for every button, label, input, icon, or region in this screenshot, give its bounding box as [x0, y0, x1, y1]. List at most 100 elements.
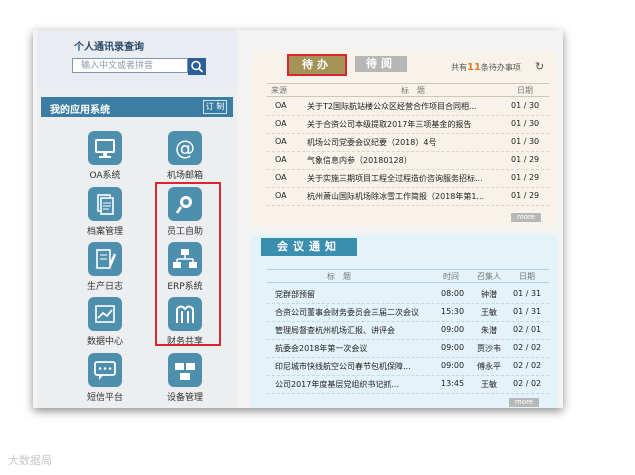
todo-row[interactable]: OA 杭州萧山国际机场除冰雪工作简报（2018年第1... 01 / 29	[267, 189, 549, 206]
meeting-row[interactable]: 党群部预留 08:00 钟潜 01 / 31	[267, 287, 549, 304]
monitor-icon	[88, 131, 122, 165]
row-date: 01 / 30	[511, 119, 540, 128]
row-convener: 王敏	[481, 380, 497, 389]
refresh-icon[interactable]: ↻	[535, 60, 544, 73]
todo-count-suffix: 条待办事项	[480, 63, 521, 72]
row-date: 01 / 31	[513, 307, 542, 316]
header-title: 标 题	[401, 86, 425, 95]
row-date: 01 / 30	[511, 137, 540, 146]
header-title: 标 题	[327, 272, 351, 281]
todo-more-button[interactable]: more	[511, 213, 541, 222]
app-label: 机场邮箱	[166, 171, 203, 181]
app-label: 短信平台	[86, 393, 123, 403]
app-label: 生产日志	[86, 282, 123, 292]
todo-count: 共有11条待办事项	[451, 62, 521, 73]
header-source: 来源	[271, 86, 287, 95]
meeting-row[interactable]: 公司2017年度基层党组织书记抓... 13:45 王敏 02 / 02	[267, 377, 549, 394]
row-title[interactable]: 印尼城市快线航空公司春节包机保障...	[275, 361, 435, 372]
row-time: 09:00	[441, 361, 465, 370]
row-convener: 朱潜	[481, 326, 497, 335]
app-oa[interactable]: OA系统	[75, 131, 135, 181]
apps-header: 我的应用系统 订 制	[41, 97, 233, 117]
search-icon	[191, 60, 204, 73]
row-source: OA	[275, 119, 287, 128]
customize-button[interactable]: 订 制	[203, 100, 227, 114]
row-time: 15:30	[441, 307, 465, 316]
row-time: 09:00	[441, 343, 465, 352]
meeting-table-header: 标 题 时间 召集人 日期	[267, 269, 549, 283]
app-sms[interactable]: 短信平台	[75, 353, 135, 403]
header-convener: 召集人	[477, 272, 501, 281]
tab-to-read[interactable]: 待阅	[355, 56, 407, 72]
documents-icon	[88, 187, 122, 221]
row-title[interactable]: 党群部预留	[275, 289, 435, 300]
meeting-row[interactable]: 管理局督查杭州机场汇报、讲评会 09:00 朱潜 02 / 01	[267, 323, 549, 340]
todo-count-prefix: 共有	[451, 63, 467, 72]
search-button[interactable]	[188, 58, 206, 75]
meeting-more-button[interactable]: more	[509, 398, 539, 407]
row-date: 01 / 30	[511, 101, 540, 110]
svg-text:@: @	[175, 136, 195, 160]
app-label: 数据中心	[86, 337, 123, 347]
watermark: 大数据局	[8, 454, 52, 467]
app-equipment[interactable]: 设备管理	[155, 353, 215, 403]
contacts-title: 个人通讯录查询	[74, 42, 144, 53]
row-title[interactable]: 管理局督查杭州机场汇报、讲评会	[275, 325, 435, 336]
row-title[interactable]: 关于T2国际航站楼公众区经营合作项目合同相...	[307, 101, 503, 112]
row-time: 13:45	[441, 379, 465, 388]
meeting-row[interactable]: 印尼城市快线航空公司春节包机保障... 09:00 傅永平 02 / 02	[267, 359, 549, 376]
todo-row[interactable]: OA 关于T2国际航站楼公众区经营合作项目合同相... 01 / 30	[267, 99, 549, 116]
row-date: 01 / 29	[511, 173, 540, 182]
row-title[interactable]: 气象信息内参（20180128）	[307, 155, 503, 166]
row-date: 02 / 02	[513, 379, 542, 388]
contacts-search-panel: 个人通讯录查询 输入中文或者拼音	[37, 30, 237, 88]
portal-window: 个人通讯录查询 输入中文或者拼音 我的应用系统 订 制 OA系统 @ 机场邮箱 …	[33, 30, 563, 408]
row-title[interactable]: 航委会2018年第一次会议	[275, 343, 435, 354]
contacts-search-input[interactable]: 输入中文或者拼音	[72, 58, 188, 73]
todo-row[interactable]: OA 关于实施三期项目工程全过程造价咨询服务招标... 01 / 29	[267, 171, 549, 188]
header-time: 时间	[443, 272, 459, 281]
app-production-log[interactable]: 生产日志	[75, 242, 135, 292]
row-date: 01 / 31	[513, 289, 542, 298]
meeting-notice-panel: 会议通知 标 题 时间 召集人 日期 党群部预留 08:00 钟潜 01 / 3…	[251, 235, 557, 408]
row-source: OA	[275, 191, 287, 200]
tab-todo[interactable]: 待办	[287, 54, 347, 76]
row-title[interactable]: 机场公司党委会议纪要（2018）4号	[307, 137, 503, 148]
todo-row[interactable]: OA 关于合资公司本级提取2017年三项基金的报告 01 / 30	[267, 117, 549, 134]
meeting-row[interactable]: 航委会2018年第一次会议 09:00 贾沙韦 02 / 02	[267, 341, 549, 358]
row-title[interactable]: 合资公司董事会财务委员会三届二次会议	[275, 307, 435, 318]
row-source: OA	[275, 137, 287, 146]
todo-row[interactable]: OA 气象信息内参（20180128） 01 / 29	[267, 153, 549, 170]
header-date: 日期	[517, 86, 533, 95]
meeting-row[interactable]: 合资公司董事会财务委员会三届二次会议 15:30 王敏 01 / 31	[267, 305, 549, 322]
row-title[interactable]: 杭州萧山国际机场除冰雪工作简报（2018年第1...	[307, 191, 503, 202]
app-mail[interactable]: @ 机场邮箱	[155, 131, 215, 181]
row-convener: 钟潜	[481, 290, 497, 299]
row-convener: 王敏	[481, 308, 497, 317]
highlight-annotation-box	[155, 182, 221, 346]
row-convener: 傅永平	[477, 362, 501, 371]
row-date: 01 / 29	[511, 155, 540, 164]
header-date: 日期	[519, 272, 535, 281]
meeting-title: 会议通知	[261, 238, 357, 256]
sms-icon	[88, 353, 122, 387]
equipment-icon	[168, 353, 202, 387]
app-label: 设备管理	[166, 393, 203, 403]
row-title[interactable]: 公司2017年度基层党组织书记抓...	[275, 379, 435, 390]
app-archive[interactable]: 档案管理	[75, 187, 135, 237]
row-time: 09:00	[441, 325, 465, 334]
left-sidebar: 个人通讯录查询 输入中文或者拼音 我的应用系统 订 制 OA系统 @ 机场邮箱 …	[37, 30, 237, 408]
app-data-center[interactable]: 数据中心	[75, 297, 135, 347]
row-title[interactable]: 关于实施三期项目工程全过程造价咨询服务招标...	[307, 173, 503, 184]
row-title[interactable]: 关于合资公司本级提取2017年三项基金的报告	[307, 119, 503, 130]
row-date: 02 / 02	[513, 361, 542, 370]
row-date: 02 / 02	[513, 343, 542, 352]
row-source: OA	[275, 155, 287, 164]
todo-row[interactable]: OA 机场公司党委会议纪要（2018）4号 01 / 30	[267, 135, 549, 152]
todo-table-header: 来源 标 题 日期	[267, 83, 549, 97]
at-sign-icon: @	[168, 131, 202, 165]
row-convener: 贾沙韦	[477, 344, 501, 353]
row-source: OA	[275, 173, 287, 182]
todo-panel: 待办 待阅 共有11条待办事项 ↻ 来源 标 题 日期 OA 关于T2国际航站楼…	[251, 50, 557, 227]
log-pencil-icon	[88, 242, 122, 276]
